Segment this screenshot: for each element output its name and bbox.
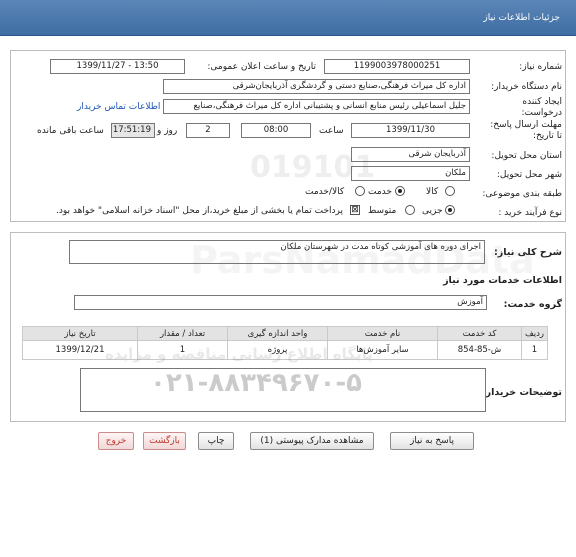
table-row[interactable]: 1 ش-85-854 سایر آموزش‌ها پروژه 1 1399/12… — [22, 340, 548, 360]
city-label: شهر محل تحویل: — [496, 170, 562, 180]
process-option-minor: جزیی — [422, 206, 443, 216]
process-radio-medium[interactable] — [405, 205, 415, 215]
need-number-field[interactable]: 1199003978000251 — [324, 59, 470, 74]
col-unit: واحد اندازه گیری — [227, 326, 328, 341]
summary-field[interactable]: اجرای دوره های آموزشی کوتاه مدت در شهرست… — [69, 240, 485, 264]
requester-label-line2: درخواست: — [521, 108, 562, 118]
category-label: طبقه بندی موضوعی: — [482, 189, 562, 199]
service-group-field[interactable]: آموزش — [74, 295, 487, 310]
back-button[interactable]: بازگشت — [143, 432, 186, 450]
attachments-button[interactable]: مشاهده مدارک پیوستی (1) — [250, 432, 374, 450]
col-qty: تعداد / مقدار — [137, 326, 228, 341]
province-field[interactable]: آذربایجان شرقی — [351, 147, 470, 162]
treasury-note: پرداخت تمام یا بخشی از مبلغ خرید،از محل … — [56, 206, 344, 216]
header-bar: جزئیات اطلاعات نیاز — [0, 0, 576, 36]
remaining-time-label: ساعت باقی مانده — [37, 126, 104, 136]
days-label: روز و — [157, 126, 178, 136]
category-radio-goods-service[interactable] — [355, 186, 365, 196]
buyer-contact-link[interactable]: اطلاعات تماس خریدار — [77, 102, 160, 112]
category-radio-service[interactable] — [395, 186, 405, 196]
category-option-goods: کالا — [426, 187, 439, 197]
deadline-date-field[interactable]: 1399/11/30 — [351, 123, 470, 138]
announce-datetime-label: تاریخ و ساعت اعلان عمومی: — [207, 62, 316, 72]
deadline-label-line2: تا تاریخ: — [532, 131, 562, 141]
announce-datetime-field[interactable]: 1399/11/27 - 13:50 — [50, 59, 185, 74]
city-field[interactable]: ملکان — [351, 166, 470, 181]
summary-label: شرح کلی نیاز: — [493, 247, 562, 258]
col-name: نام خدمت — [327, 326, 438, 341]
print-button[interactable]: چاپ — [198, 432, 234, 450]
category-option-service: خدمت — [368, 187, 392, 197]
col-code: کد خدمت — [437, 326, 522, 341]
buyer-notes-label: توضیحات خریدار: — [481, 387, 562, 398]
col-row: ردیف — [521, 326, 548, 341]
deadline-label-line1: مهلت ارسال پاسخ: — [490, 120, 562, 130]
process-type-label: نوع فرآیند خرید : — [498, 208, 562, 218]
province-label: استان محل تحویل: — [491, 151, 562, 161]
need-number-label: شماره نیاز: — [519, 62, 562, 72]
services-info-title: اطلاعات خدمات مورد نیاز — [443, 275, 562, 286]
category-option-goods-service: کالا/خدمت — [305, 187, 345, 197]
cell-date: 1399/12/21 — [22, 340, 138, 360]
buyer-org-field[interactable]: اداره کل میراث فرهنگی،صنایع دستی و گردشگ… — [163, 79, 470, 94]
cell-name: سایر آموزش‌ها — [327, 340, 438, 360]
buyer-org-label: نام دستگاه خریدار: — [491, 82, 562, 92]
treasury-checkbox[interactable]: ⊠ — [350, 205, 360, 215]
cell-code: ش-85-854 — [437, 340, 522, 360]
cell-row: 1 — [521, 340, 548, 360]
cell-unit: پروژه — [227, 340, 328, 360]
services-table: ردیف کد خدمت نام خدمت واحد اندازه گیری ت… — [22, 326, 548, 360]
services-table-header: ردیف کد خدمت نام خدمت واحد اندازه گیری ت… — [22, 326, 548, 341]
process-option-medium: متوسط — [368, 206, 397, 216]
remaining-time-field: 17:51:19 — [111, 123, 155, 138]
cell-qty: 1 — [137, 340, 228, 360]
col-date: تاریخ نیاز — [22, 326, 138, 341]
deadline-time-label: ساعت — [319, 126, 344, 136]
remaining-days-field[interactable]: 2 — [186, 123, 230, 138]
buyer-notes-field[interactable] — [80, 368, 486, 412]
requester-label-line1: ایجاد کننده — [522, 97, 562, 107]
category-radio-goods[interactable] — [445, 186, 455, 196]
reply-button[interactable]: پاسخ به نیاز — [390, 432, 474, 450]
page-title: جزئیات اطلاعات نیاز — [483, 13, 560, 23]
requester-field[interactable]: جلیل اسماعیلی رئیس منابع انسانی و پشتیبا… — [163, 99, 470, 114]
process-radio-minor[interactable] — [445, 205, 455, 215]
exit-button[interactable]: خروج — [98, 432, 134, 450]
service-group-label: گروه خدمت: — [503, 299, 562, 310]
deadline-time-field[interactable]: 08:00 — [241, 123, 311, 138]
